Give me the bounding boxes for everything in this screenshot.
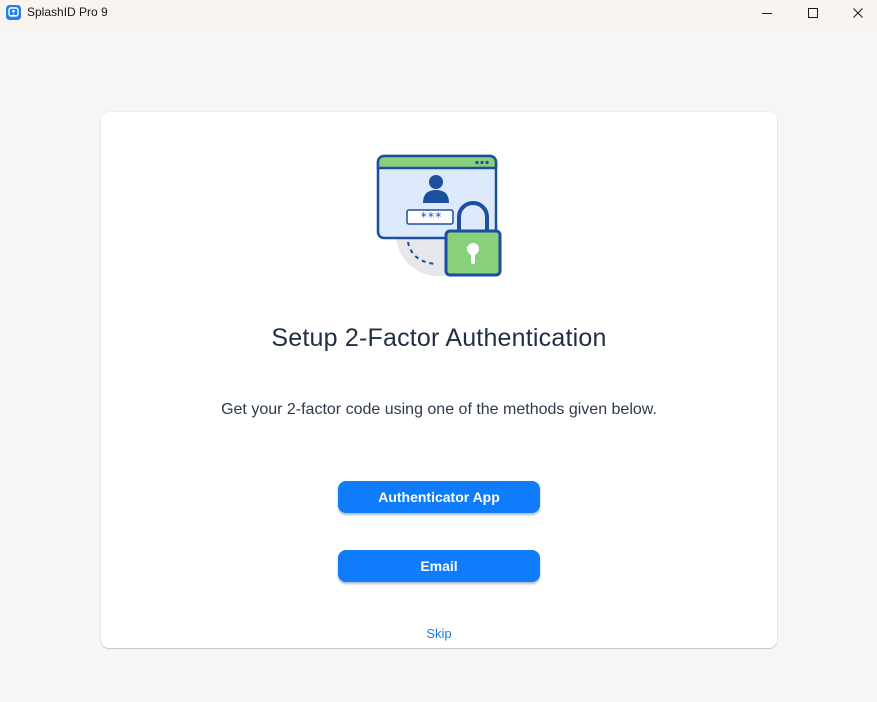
password-mask: ***: [420, 210, 442, 224]
authenticator-app-button[interactable]: Authenticator App: [338, 481, 540, 513]
close-button[interactable]: [835, 0, 877, 26]
window-title: SplashID Pro 9: [27, 5, 108, 19]
skip-link[interactable]: Skip: [101, 626, 777, 641]
minimize-button[interactable]: [744, 0, 790, 26]
email-button[interactable]: Email: [338, 550, 540, 582]
minimize-icon: [762, 13, 772, 14]
browser-login-lock-icon: ***: [376, 154, 502, 277]
splashid-logo-icon: [6, 5, 21, 20]
page-title: Setup 2-Factor Authentication: [271, 324, 607, 352]
maximize-icon: [808, 8, 818, 18]
title-bar: SplashID Pro 9: [0, 0, 877, 26]
setup-2fa-card: *** Setup 2-Factor Authentication Get yo…: [101, 112, 777, 648]
instructions-text: Get your 2-factor code using one of the …: [221, 401, 657, 418]
close-icon: [853, 8, 863, 18]
maximize-button[interactable]: [790, 0, 836, 26]
